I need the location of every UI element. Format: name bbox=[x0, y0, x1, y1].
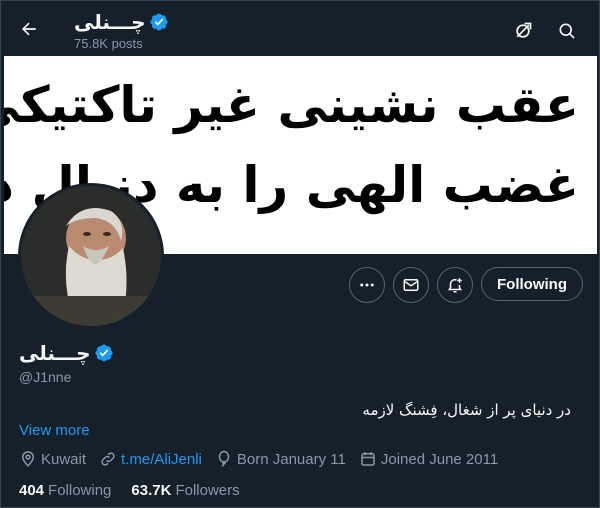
profile-meta: Kuwait t.me/AliJenli Born January 11 Joi… bbox=[19, 450, 511, 468]
bell-plus-icon bbox=[447, 278, 463, 293]
search-icon bbox=[559, 23, 575, 39]
message-button[interactable] bbox=[393, 267, 429, 303]
verified-badge-icon bbox=[150, 13, 169, 31]
balloon-icon bbox=[218, 450, 230, 467]
website-link[interactable]: t.me/AliJenli bbox=[121, 451, 202, 468]
followers-stat[interactable]: 63.7K Followers bbox=[131, 482, 239, 499]
followers-label: Followers bbox=[175, 482, 240, 499]
search-button[interactable] bbox=[550, 14, 584, 48]
avatar-portrait bbox=[21, 186, 161, 326]
follow-stats: 404 Following 63.7K Followers bbox=[19, 482, 260, 499]
location-item: Kuwait bbox=[19, 450, 86, 468]
posts-count: 75.8K posts bbox=[74, 36, 143, 51]
no-direction-icon bbox=[516, 22, 532, 38]
envelope-icon bbox=[403, 279, 419, 291]
view-more-link[interactable]: View more bbox=[19, 422, 90, 439]
following-label: Following bbox=[48, 482, 112, 499]
arrow-left-icon bbox=[22, 22, 36, 36]
avatar[interactable] bbox=[18, 183, 164, 329]
profile-handle: @J1nne bbox=[19, 369, 72, 385]
no-direction-button[interactable] bbox=[506, 14, 540, 48]
profile-name-row: چـــنلی bbox=[19, 341, 114, 365]
joined-text: Joined June 2011 bbox=[380, 450, 499, 468]
calendar-icon bbox=[361, 452, 375, 466]
link-icon bbox=[101, 452, 115, 466]
header-title-block: چـــنلی 75.8K posts bbox=[74, 10, 169, 51]
location-text: Kuwait bbox=[41, 450, 87, 468]
website-item[interactable]: t.me/AliJenli bbox=[99, 450, 202, 468]
birthday-item: Born January 11 bbox=[215, 450, 346, 468]
following-button[interactable]: Following bbox=[481, 267, 583, 301]
back-button[interactable] bbox=[12, 12, 46, 46]
birthday-text: Born January 11 bbox=[236, 450, 346, 468]
location-pin-icon bbox=[21, 451, 35, 467]
followers-count: 63.7K bbox=[131, 482, 172, 499]
notify-button[interactable] bbox=[437, 267, 473, 303]
joined-item: Joined June 2011 bbox=[359, 450, 498, 468]
page-title: چـــنلی bbox=[74, 10, 146, 34]
more-button[interactable] bbox=[349, 267, 385, 303]
profile-bio: در دنیای پر از شغال، فِشنگ لازمه bbox=[362, 401, 571, 419]
following-stat[interactable]: 404 Following bbox=[19, 482, 111, 499]
verified-badge-icon[interactable] bbox=[94, 343, 114, 363]
profile-name: چـــنلی bbox=[19, 341, 91, 365]
following-count: 404 bbox=[19, 482, 45, 499]
profile-page: چـــنلی 75.8K posts عقب نشینی غیر تاکتیک… bbox=[0, 0, 600, 508]
more-icon bbox=[360, 283, 374, 287]
top-bar: چـــنلی 75.8K posts bbox=[1, 1, 599, 56]
banner-text-line1: عقب نشینی غیر تاکتیکی bbox=[4, 76, 580, 134]
